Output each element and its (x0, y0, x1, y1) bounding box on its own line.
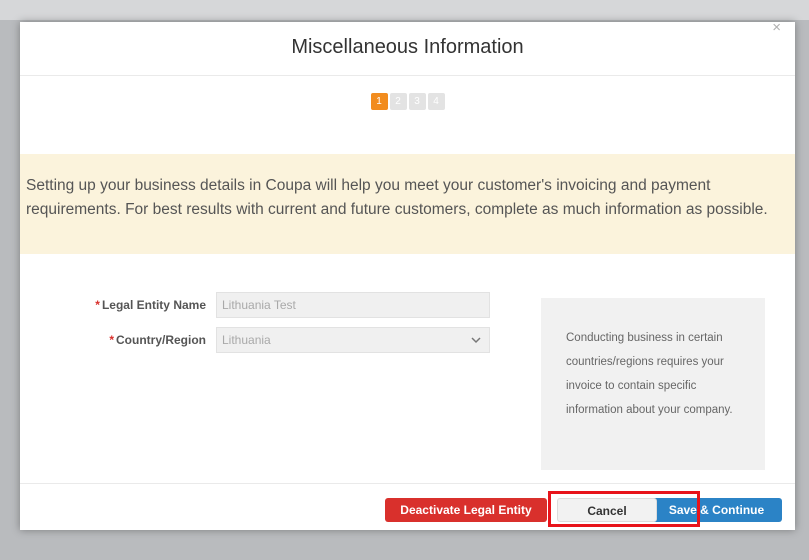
chevron-down-icon (471, 328, 481, 361)
step-4[interactable]: 4 (427, 93, 445, 110)
close-icon[interactable]: × (772, 20, 781, 36)
country-region-value: Lithuania (222, 333, 271, 347)
legal-entity-label-text: Legal Entity Name (101, 298, 206, 312)
country-label-text: Country/Region (116, 333, 206, 347)
country-row: * Country/Region Lithuania (20, 327, 490, 353)
step-1[interactable]: 1 (370, 93, 388, 110)
info-panel: Conducting business in certain countries… (541, 298, 765, 470)
dialog-title: Miscellaneous Information (291, 36, 524, 58)
deactivate-legal-entity-button[interactable]: Deactivate Legal Entity (385, 498, 547, 522)
country-region-select[interactable]: Lithuania (216, 327, 490, 353)
save-and-continue-button[interactable]: Save & Continue (651, 498, 782, 522)
title-divider (20, 75, 795, 76)
legal-entity-label: * Legal Entity Name (20, 298, 216, 312)
legal-entity-row: * Legal Entity Name Lithuania Test (20, 292, 490, 318)
notice-banner: Setting up your business details in Coup… (20, 154, 795, 254)
miscellaneous-information-dialog: × Miscellaneous Information 1 2 3 4 Sett… (20, 20, 795, 530)
legal-entity-name-value: Lithuania Test (222, 298, 296, 312)
footer-divider (20, 483, 795, 484)
country-label: * Country/Region (20, 333, 216, 347)
step-2[interactable]: 2 (389, 93, 407, 110)
required-marker: * (109, 333, 114, 347)
cancel-button[interactable]: Cancel (557, 498, 657, 522)
step-indicator: 1 2 3 4 (20, 93, 795, 110)
step-3[interactable]: 3 (408, 93, 426, 110)
legal-entity-name-field[interactable]: Lithuania Test (216, 292, 490, 318)
required-marker: * (95, 298, 100, 312)
